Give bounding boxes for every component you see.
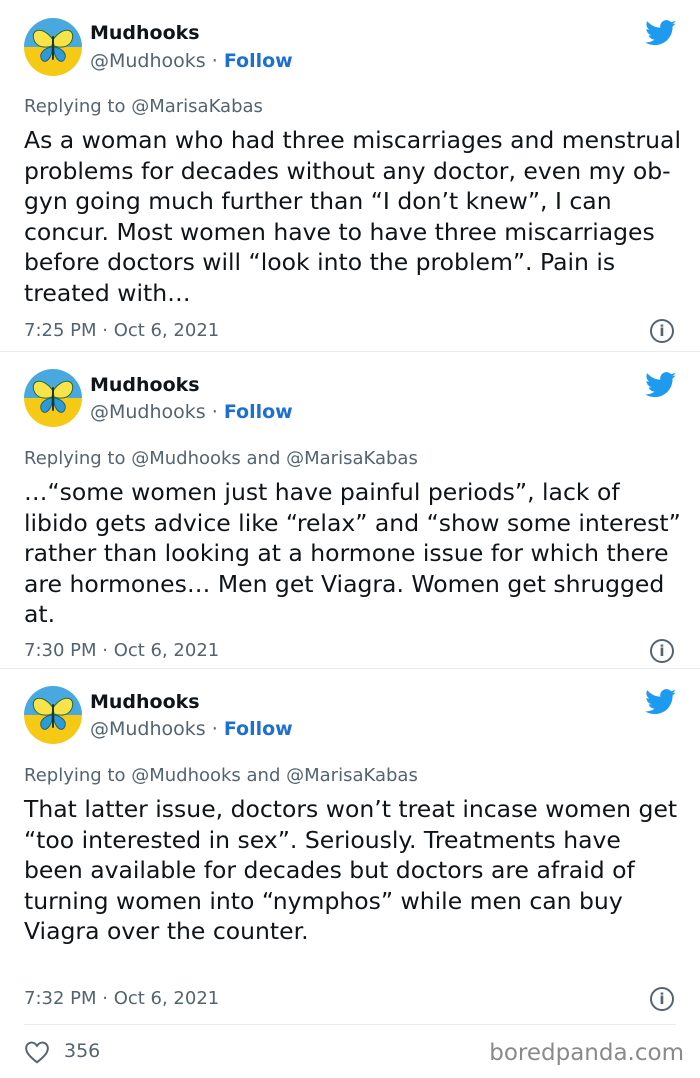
info-icon[interactable]: i (650, 319, 674, 343)
author-handle[interactable]: @Mudhooks (90, 50, 206, 72)
twitter-bird-icon[interactable] (645, 20, 677, 46)
author-handle[interactable]: @Mudhooks (90, 718, 206, 740)
twitter-bird-icon[interactable] (645, 372, 677, 398)
separator-dot: · (211, 50, 218, 72)
author-handle[interactable]: @Mudhooks (90, 401, 206, 423)
twitter-bird-icon[interactable] (645, 689, 677, 715)
follow-button[interactable]: Follow (224, 401, 293, 423)
author-handle-line: @Mudhooks · Follow (90, 401, 293, 423)
separator-dot: · (211, 401, 218, 423)
butterfly-avatar[interactable] (24, 369, 82, 427)
author-handle-line: @Mudhooks · Follow (90, 718, 293, 740)
watermark: boredpanda.com (489, 1040, 684, 1066)
tweet-text: …“some women just have painful periods”,… (24, 478, 681, 628)
author-handle-line: @Mudhooks · Follow (90, 50, 293, 72)
reply-context[interactable]: Replying to @Mudhooks and @MarisaKabas (24, 448, 418, 469)
author-name[interactable]: Mudhooks (90, 691, 200, 713)
follow-button[interactable]: Follow (224, 718, 293, 740)
separator-dot: · (211, 718, 218, 740)
author-name[interactable]: Mudhooks (90, 374, 200, 396)
info-icon[interactable]: i (650, 987, 674, 1011)
tweet-timestamp[interactable]: 7:32 PM · Oct 6, 2021 (24, 988, 219, 1009)
tweet-timestamp[interactable]: 7:25 PM · Oct 6, 2021 (24, 320, 219, 341)
tweet-timestamp[interactable]: 7:30 PM · Oct 6, 2021 (24, 640, 219, 661)
like-count: 356 (64, 1040, 101, 1062)
reply-context[interactable]: Replying to @MarisaKabas (24, 96, 263, 117)
follow-button[interactable]: Follow (224, 50, 293, 72)
author-name[interactable]: Mudhooks (90, 22, 200, 44)
info-icon[interactable]: i (650, 639, 674, 663)
tweet-text: As a woman who had three miscarriages an… (24, 126, 681, 307)
divider (24, 1024, 676, 1025)
butterfly-avatar[interactable] (24, 18, 82, 76)
divider (0, 668, 700, 669)
reply-context[interactable]: Replying to @Mudhooks and @MarisaKabas (24, 765, 418, 786)
tweet-text: That latter issue, doctors won’t treat i… (24, 795, 678, 945)
butterfly-avatar[interactable] (24, 686, 82, 744)
divider (0, 351, 700, 352)
heart-icon[interactable] (24, 1040, 50, 1064)
